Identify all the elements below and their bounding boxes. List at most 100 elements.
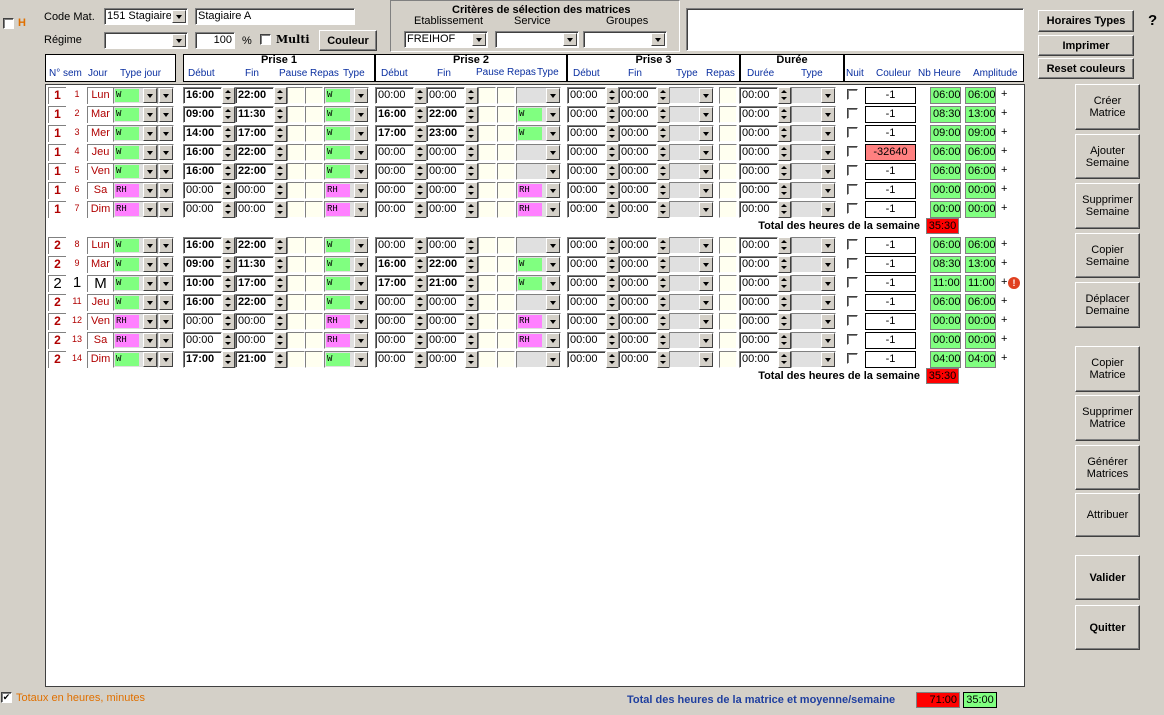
p1-type-combo[interactable]: W (324, 125, 369, 142)
chevron-down-icon[interactable] (821, 126, 835, 141)
chevron-down-icon[interactable] (821, 257, 835, 272)
p3-debut-field[interactable]: 00:00 (567, 294, 606, 311)
p1-pause-box[interactable] (287, 294, 305, 311)
p1-debut-field[interactable]: 14:00 (183, 125, 222, 142)
p1-debut-field-spinner[interactable] (222, 201, 235, 218)
p2-fin-field-spinner[interactable] (465, 351, 478, 368)
chevron-down-icon[interactable] (699, 126, 713, 141)
plus-icon[interactable]: + (1001, 144, 1009, 161)
p1-type-combo[interactable]: W (324, 237, 369, 254)
chevron-down-icon[interactable] (159, 164, 173, 179)
p3-fin-field[interactable]: 00:00 (618, 294, 657, 311)
p3-repas-box[interactable] (719, 256, 737, 273)
chevron-down-icon[interactable] (546, 202, 560, 217)
chevron-down-icon[interactable] (546, 276, 560, 291)
p2-fin-field-spinner[interactable] (465, 275, 478, 292)
p2-fin-field[interactable]: 21:00 (426, 275, 465, 292)
chevron-down-icon[interactable] (159, 202, 173, 217)
p2-type-combo[interactable] (516, 237, 561, 254)
type-jour-extra-combo[interactable] (157, 275, 174, 292)
p2-type-combo[interactable]: W (516, 106, 561, 123)
chevron-down-icon[interactable] (546, 238, 560, 253)
duree-type-combo[interactable] (791, 201, 836, 218)
duree-type-combo[interactable] (791, 237, 836, 254)
imprimer-button[interactable]: Imprimer (1038, 35, 1134, 56)
nuit-checkbox[interactable] (847, 296, 858, 307)
chevron-down-icon[interactable] (546, 145, 560, 160)
p2-repas-box[interactable] (497, 106, 515, 123)
p2-fin-field[interactable]: 00:00 (426, 237, 465, 254)
chevron-down-icon[interactable] (546, 295, 560, 310)
chevron-down-icon[interactable] (159, 257, 173, 272)
p3-debut-field[interactable]: 00:00 (567, 144, 606, 161)
duree-field[interactable]: 00:00 (739, 182, 778, 199)
plus-icon[interactable]: + (1001, 256, 1009, 273)
p1-type-combo[interactable]: W (324, 351, 369, 368)
duree-field-spinner[interactable] (778, 144, 791, 161)
couleur-field[interactable]: -1 (865, 237, 916, 254)
chevron-down-icon[interactable] (472, 33, 486, 46)
chevron-down-icon[interactable] (143, 183, 157, 198)
chevron-down-icon[interactable] (546, 183, 560, 198)
chevron-down-icon[interactable] (143, 145, 157, 160)
p1-type-combo[interactable]: W (324, 163, 369, 180)
chevron-down-icon[interactable] (159, 352, 173, 367)
p3-type-combo[interactable] (669, 351, 714, 368)
type-jour-extra-combo[interactable] (157, 313, 174, 330)
type-jour-combo[interactable]: RH (113, 313, 158, 330)
chevron-down-icon[interactable] (546, 257, 560, 272)
p1-debut-field-spinner[interactable] (222, 106, 235, 123)
valider-button[interactable]: Valider (1075, 555, 1140, 600)
chevron-down-icon[interactable] (159, 88, 173, 103)
p1-pause-box[interactable] (287, 87, 305, 104)
chevron-down-icon[interactable] (354, 295, 368, 310)
chevron-down-icon[interactable] (354, 202, 368, 217)
chevron-down-icon[interactable] (699, 314, 713, 329)
p2-debut-field[interactable]: 00:00 (375, 163, 414, 180)
p2-debut-field[interactable]: 00:00 (375, 351, 414, 368)
nuit-checkbox[interactable] (847, 315, 858, 326)
p2-repas-box[interactable] (497, 125, 515, 142)
duree-field[interactable]: 00:00 (739, 87, 778, 104)
p1-debut-field-spinner[interactable] (222, 313, 235, 330)
p1-fin-field[interactable]: 22:00 (235, 144, 274, 161)
p1-repas-box[interactable] (305, 201, 323, 218)
chevron-down-icon[interactable] (354, 352, 368, 367)
attribuer-button[interactable]: Attribuer (1075, 493, 1140, 537)
p3-fin-field[interactable]: 00:00 (618, 351, 657, 368)
p2-fin-field[interactable]: 00:00 (426, 87, 465, 104)
p1-fin-field[interactable]: 17:00 (235, 125, 274, 142)
p1-fin-field-spinner[interactable] (274, 125, 287, 142)
chevron-down-icon[interactable] (143, 257, 157, 272)
quitter-button[interactable]: Quitter (1075, 605, 1140, 650)
chevron-down-icon[interactable] (546, 164, 560, 179)
chevron-down-icon[interactable] (143, 164, 157, 179)
p2-fin-field-spinner[interactable] (465, 201, 478, 218)
p1-debut-field[interactable]: 16:00 (183, 87, 222, 104)
p1-repas-box[interactable] (305, 144, 323, 161)
p3-type-combo[interactable] (669, 294, 714, 311)
ajouter-semaine-button[interactable]: Ajouter Semaine (1075, 134, 1140, 179)
p3-repas-box[interactable] (719, 332, 737, 349)
nuit-checkbox[interactable] (847, 184, 858, 195)
chevron-down-icon[interactable] (143, 333, 157, 348)
nuit-checkbox[interactable] (847, 127, 858, 138)
p2-type-combo[interactable] (516, 351, 561, 368)
p1-fin-field[interactable]: 00:00 (235, 332, 274, 349)
duree-field[interactable]: 00:00 (739, 275, 778, 292)
chevron-down-icon[interactable] (699, 295, 713, 310)
p1-fin-field[interactable]: 00:00 (235, 313, 274, 330)
nuit-checkbox[interactable] (847, 165, 858, 176)
p3-type-combo[interactable] (669, 163, 714, 180)
chevron-down-icon[interactable] (354, 88, 368, 103)
p1-type-combo[interactable]: RH (324, 313, 369, 330)
type-jour-extra-combo[interactable] (157, 125, 174, 142)
duree-field[interactable]: 00:00 (739, 256, 778, 273)
type-jour-combo[interactable]: RH (113, 182, 158, 199)
chevron-down-icon[interactable] (159, 145, 173, 160)
p1-type-combo[interactable]: W (324, 106, 369, 123)
p1-debut-field[interactable]: 16:00 (183, 237, 222, 254)
chevron-down-icon[interactable] (699, 164, 713, 179)
p2-type-combo[interactable] (516, 294, 561, 311)
plus-icon[interactable]: + (1001, 237, 1009, 254)
